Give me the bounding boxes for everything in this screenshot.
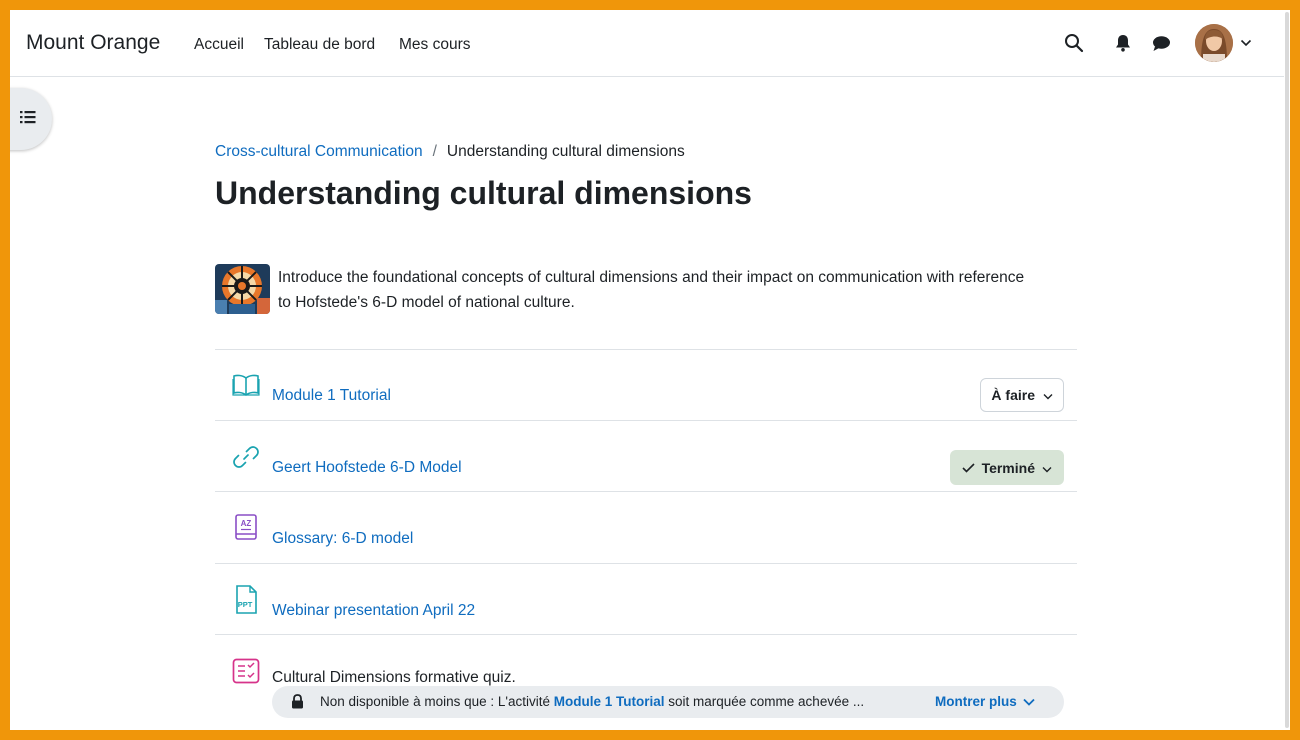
breadcrumb-course-link[interactable]: Cross-cultural Communication [215, 143, 423, 161]
scrollbar-thumb[interactable] [1285, 12, 1289, 728]
link-icon [231, 442, 261, 472]
restriction-text: Non disponible à moins que : L'activité … [320, 694, 864, 709]
ppt-file-icon: PPT [231, 585, 261, 615]
activity-item: PPT Webinar presentation April 22 [215, 563, 1077, 634]
activity-item: AZ Glossary: 6-D model [215, 491, 1077, 563]
check-icon [961, 460, 975, 476]
activity-link[interactable]: Glossary: 6-D model [272, 530, 413, 548]
section-summary: Introduce the foundational concepts of c… [278, 269, 1025, 311]
restriction-activity-link[interactable]: Module 1 Tutorial [554, 694, 665, 709]
page-frame: Mount Orange Accueil Tableau de bord Mes… [10, 10, 1284, 730]
breadcrumb-current: Understanding cultural dimensions [446, 143, 685, 160]
activity-link[interactable]: Module 1 Tutorial [272, 387, 391, 405]
chevron-down-icon [1023, 694, 1035, 709]
glossary-icon: AZ [231, 513, 261, 543]
chevron-down-icon[interactable] [1239, 36, 1253, 50]
course-index-toggle[interactable] [10, 88, 52, 150]
activity-item: Geert Hoofstede 6-D Model Terminé [215, 420, 1077, 491]
site-brand[interactable]: Mount Orange [26, 31, 160, 55]
book-icon [231, 370, 261, 400]
completion-dropdown[interactable]: À faire [980, 378, 1064, 412]
completion-label: À faire [991, 387, 1035, 403]
nav-link-home[interactable]: Accueil [194, 36, 244, 54]
avatar[interactable] [1195, 24, 1233, 62]
chevron-down-icon [1043, 387, 1053, 403]
show-more-button[interactable]: Montrer plus [935, 694, 1035, 709]
restriction-suffix: soit marquée comme achevée ... [668, 694, 865, 709]
svg-text:PPT: PPT [238, 600, 253, 609]
chat-icon[interactable] [1150, 33, 1172, 53]
list-icon [20, 110, 52, 129]
completion-label: Terminé [981, 459, 1035, 476]
lock-icon [291, 694, 304, 712]
completion-dropdown[interactable]: Terminé [949, 450, 1064, 485]
quiz-icon [231, 656, 261, 686]
breadcrumb-separator: / [432, 143, 437, 160]
activity-link[interactable]: Webinar presentation April 22 [272, 602, 475, 620]
activity-name[interactable]: Cultural Dimensions formative quiz. [272, 669, 516, 687]
search-icon[interactable] [1063, 32, 1085, 54]
activity-item: Module 1 Tutorial À faire [215, 349, 1077, 420]
svg-text:AZ: AZ [241, 519, 252, 528]
bell-icon[interactable] [1113, 33, 1133, 53]
restriction-info: Non disponible à moins que : L'activité … [272, 686, 1064, 718]
breadcrumb: Cross-cultural Communication / Understan… [215, 143, 685, 161]
activity-link[interactable]: Geert Hoofstede 6-D Model [272, 459, 462, 477]
chevron-down-icon [1042, 460, 1052, 476]
restriction-prefix: Non disponible à moins que : L'activité [320, 694, 550, 709]
page-title: Understanding cultural dimensions [215, 175, 752, 211]
nav-link-dashboard[interactable]: Tableau de bord [264, 36, 375, 54]
nav-link-my-courses[interactable]: Mes cours [399, 36, 471, 54]
top-navbar: Mount Orange Accueil Tableau de bord Mes… [10, 10, 1284, 77]
show-more-label: Montrer plus [935, 694, 1017, 709]
section-image [215, 264, 270, 314]
